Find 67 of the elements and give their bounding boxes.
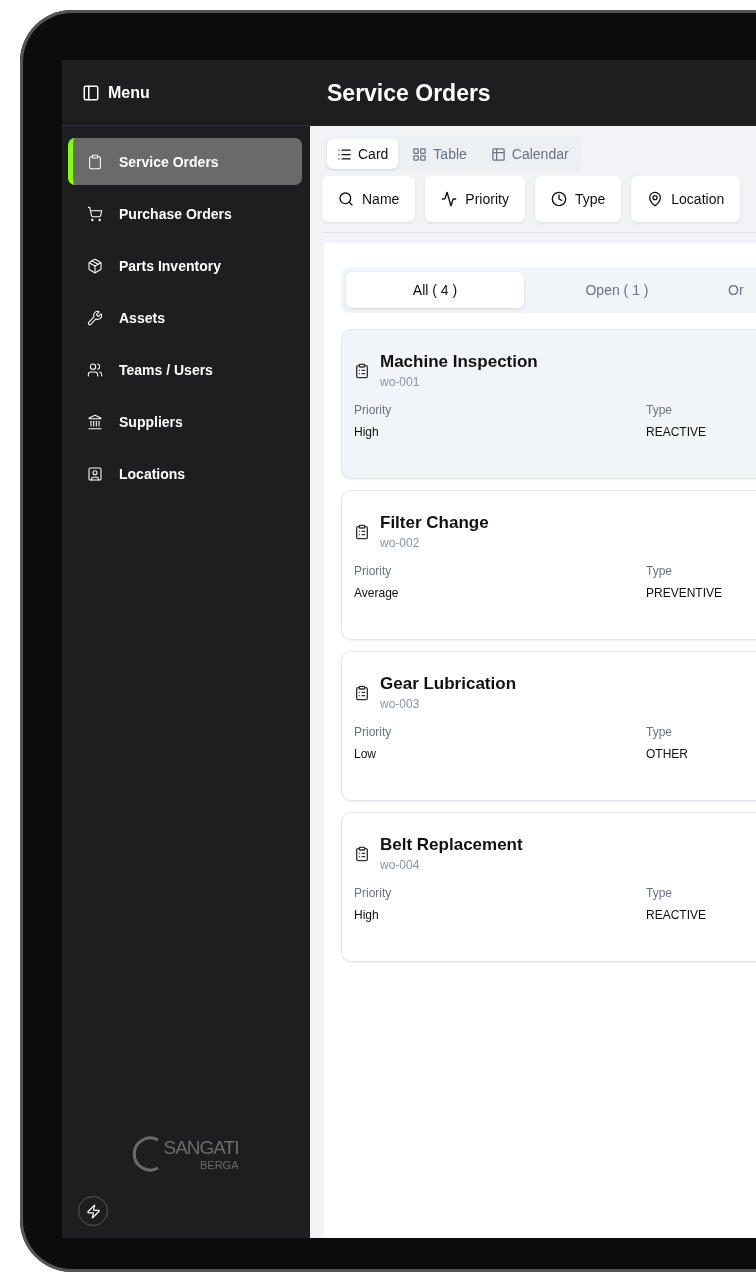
filter-button[interactable]: Type [534, 176, 622, 222]
grid-icon [412, 146, 428, 162]
nav-item[interactable]: Parts Inventory [68, 242, 302, 289]
clipboard-icon [354, 523, 370, 540]
nav-item[interactable]: Locations [68, 450, 302, 497]
field-label: Type [646, 403, 673, 417]
status-tab[interactable]: All ( 4 ) [346, 272, 524, 308]
order-card[interactable]: Gear Lubrication wo-003 Priority Type Low OTHER [341, 651, 756, 801]
order-card[interactable]: Belt Replacement wo-004 Priority Type High REACTIVE [341, 812, 756, 962]
box-icon [87, 257, 103, 274]
order-title: Filter Change [380, 513, 489, 533]
nav-item[interactable]: Teams / Users [68, 346, 302, 393]
type-value: OTHER [646, 747, 689, 761]
status-tab[interactable]: Open ( 1 ) [528, 272, 706, 308]
field-label: Type [646, 564, 673, 578]
nav-item[interactable]: Service Orders [68, 138, 302, 185]
page-title: Service Orders [327, 79, 491, 107]
menu-title: Menu [108, 83, 150, 102]
users-icon [87, 361, 103, 378]
clock-icon [550, 191, 567, 207]
priority-value: Average [354, 586, 400, 600]
order-code: wo-004 [380, 858, 421, 872]
filter-button[interactable]: Name [322, 176, 416, 222]
order-title: Gear Lubrication [380, 674, 517, 694]
type-value: REACTIVE [646, 425, 707, 439]
wrench-icon [87, 309, 103, 326]
cart-icon [87, 205, 103, 222]
type-value: REACTIVE [646, 908, 707, 922]
field-label: Priority [354, 725, 393, 739]
logo-name: SANGATI [163, 1137, 239, 1159]
nav-item[interactable]: Assets [68, 294, 302, 341]
table-icon [490, 146, 506, 162]
pulse-icon [441, 191, 458, 207]
list-icon [337, 146, 352, 162]
status-tab[interactable]: Or [710, 272, 756, 308]
view-tab[interactable]: Card [327, 139, 399, 169]
order-code: wo-003 [380, 697, 421, 711]
view-tab[interactable]: Calendar [480, 139, 579, 169]
order-code: wo-002 [380, 536, 421, 550]
clipboard-icon [354, 684, 370, 701]
field-label: Priority [354, 403, 393, 417]
priority-value: High [354, 908, 380, 922]
order-title: Machine Inspection [380, 352, 538, 372]
nav-item[interactable]: Suppliers [68, 398, 302, 445]
filter-button[interactable]: Priority [425, 176, 525, 222]
type-value: PREVENTIVE [646, 586, 724, 600]
sidebar-icon[interactable] [82, 83, 100, 102]
field-label: Priority [354, 886, 393, 900]
logo-subtitle: BERGA [200, 1159, 239, 1171]
priority-value: High [354, 425, 380, 439]
nav-item[interactable]: Purchase Orders [68, 190, 302, 237]
clipboard-icon [354, 362, 370, 379]
lightning-icon [85, 1203, 101, 1219]
order-code: wo-001 [380, 375, 421, 389]
order-card[interactable]: Filter Change wo-002 Priority Type Average PREVENTIVE [341, 490, 756, 640]
priority-value: Low [354, 747, 377, 761]
view-tab[interactable]: Table [402, 139, 477, 169]
search-icon [338, 191, 354, 207]
filter-button[interactable]: Location [631, 176, 741, 222]
clipboard-icon [87, 153, 103, 170]
field-label: Type [646, 886, 673, 900]
bank-icon [87, 413, 103, 430]
order-title: Belt Replacement [380, 835, 523, 855]
order-card[interactable]: Machine Inspection wo-001 Priority Type High REACTIVE [341, 329, 756, 479]
field-label: Type [646, 725, 673, 739]
clipboard-icon [354, 845, 370, 862]
field-label: Priority [354, 564, 393, 578]
